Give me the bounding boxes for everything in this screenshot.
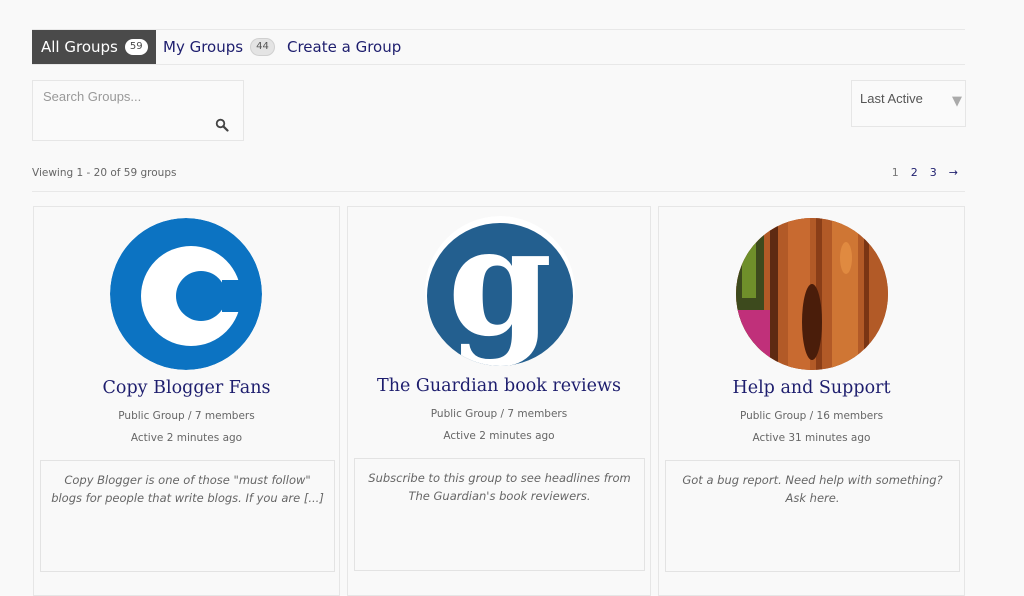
tab-my-groups-label: My Groups	[163, 38, 244, 56]
search-input[interactable]	[41, 85, 215, 107]
guardian-g-logo-icon: g	[425, 216, 575, 366]
search-icon[interactable]	[215, 118, 229, 132]
tab-my-groups[interactable]: My Groups 44	[163, 30, 275, 64]
group-last-active: Active 2 minutes ago	[443, 430, 555, 442]
group-avatar[interactable]	[110, 218, 262, 370]
sort-order-select[interactable]: Last Active ▼	[851, 80, 966, 127]
tab-create-group-label: Create a Group	[287, 38, 402, 56]
page-link-3[interactable]: 3	[930, 166, 937, 179]
group-type: Public Group / 7 members	[430, 408, 568, 420]
group-last-active: Active 31 minutes ago	[752, 432, 871, 444]
tab-all-groups-label: All Groups	[41, 38, 118, 56]
group-card: Copy Blogger Fans Public Group / 7 membe…	[33, 206, 340, 596]
page-current: 1	[891, 166, 899, 179]
sort-selected-value: Last Active	[860, 91, 923, 106]
group-title-link[interactable]: Help and Support	[659, 378, 964, 398]
group-title-link[interactable]: The Guardian book reviews	[348, 376, 650, 396]
group-card: Help and Support Public Group / 16 membe…	[658, 206, 965, 596]
group-description: Got a bug report. Need help with somethi…	[682, 473, 943, 505]
page-link-2[interactable]: 2	[911, 166, 918, 179]
group-title-link[interactable]: Copy Blogger Fans	[34, 378, 339, 398]
pagination: 1 2 3 →	[892, 166, 958, 179]
tab-create-group[interactable]: Create a Group	[287, 30, 401, 64]
group-description: Subscribe to this group to see headlines…	[368, 471, 631, 503]
group-description: Copy Blogger is one of those "must follo…	[51, 473, 324, 505]
viewing-count-text: Viewing 1 - 20 of 59 groups	[32, 167, 177, 179]
group-type: Public Group / 16 members	[739, 410, 884, 422]
group-avatar[interactable]: g	[425, 216, 575, 366]
group-description-box: Got a bug report. Need help with somethi…	[665, 460, 960, 572]
group-card: g The Guardian book reviews Public Group…	[347, 206, 651, 596]
all-groups-count-badge: 59	[124, 39, 148, 55]
svg-text:g: g	[448, 216, 553, 366]
group-description-box: Subscribe to this group to see headlines…	[354, 458, 645, 571]
list-divider	[32, 191, 965, 192]
group-avatar[interactable]	[736, 218, 888, 370]
group-description-box: Copy Blogger is one of those "must follo…	[40, 460, 335, 572]
search-groups-form	[32, 80, 244, 141]
wood-photo-icon	[736, 218, 888, 370]
next-page-link[interactable]: →	[949, 166, 958, 179]
copyblogger-logo-icon	[110, 218, 262, 370]
group-type: Public Group / 7 members	[118, 410, 255, 422]
group-nav-tabs: All Groups 59 My Groups 44 Create a Grou…	[32, 30, 965, 65]
group-last-active: Active 2 minutes ago	[130, 432, 243, 444]
dropdown-arrow-icon: ▼	[952, 94, 962, 109]
my-groups-count-badge: 44	[250, 38, 275, 56]
tab-all-groups[interactable]: All Groups 59	[32, 30, 156, 64]
